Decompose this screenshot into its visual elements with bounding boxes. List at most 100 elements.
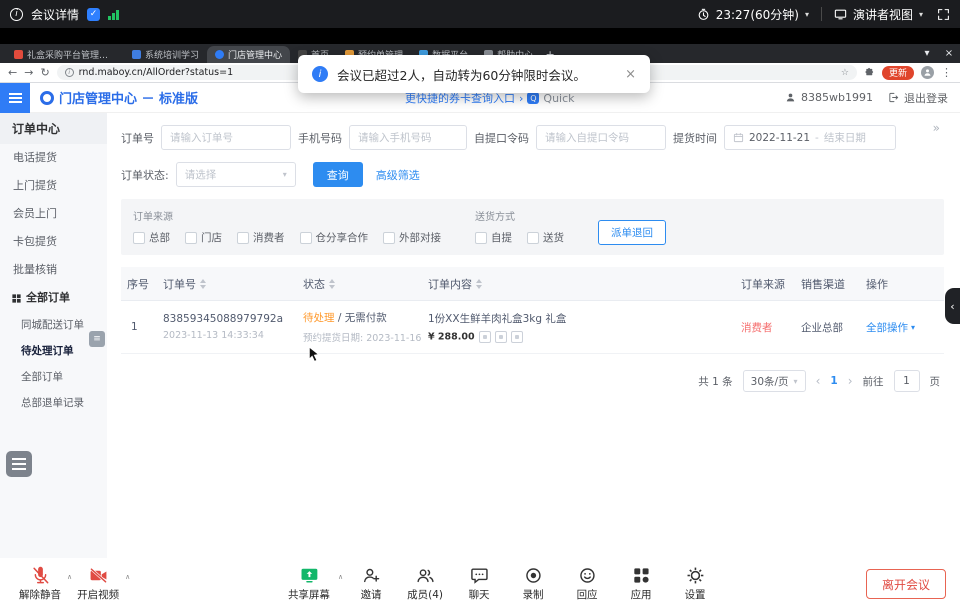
sort-icon[interactable] <box>200 279 206 289</box>
invite-person-icon <box>362 566 381 585</box>
search-button[interactable]: 查询 <box>313 162 363 187</box>
site-info-icon[interactable]: i <box>65 68 74 77</box>
window-close-button[interactable]: × <box>938 48 960 59</box>
code-label: 自提口令码 <box>474 130 529 146</box>
order-source-group: 订单来源 总部 门店 消费者 仓分享合作 外部对接 <box>133 208 441 245</box>
tab-favicon <box>215 50 224 59</box>
th-content[interactable]: 订单内容 <box>422 276 735 292</box>
sidebar-item-batch-writeoff[interactable]: 批量核销 <box>0 256 107 284</box>
order-no-placeholder: 请输入订单号 <box>170 130 233 145</box>
code-input[interactable]: 请输入自提口令码 <box>536 125 666 150</box>
view-caret-icon[interactable]: ▾ <box>919 10 923 19</box>
dispatch-return-button[interactable]: 派单退回 <box>598 220 666 245</box>
extensions-puzzle-icon[interactable] <box>864 67 875 78</box>
timer-caret-icon[interactable]: ▾ <box>805 10 809 19</box>
nav-hamburger-button[interactable] <box>0 83 30 113</box>
advanced-filter-link[interactable]: 高级筛选 <box>376 167 420 183</box>
timer-clock-icon <box>697 8 710 21</box>
logout-button[interactable]: 退出登录 <box>904 90 948 106</box>
share-options-caret-icon[interactable]: ∧ <box>338 573 343 581</box>
quick-q-icon: Q <box>527 92 539 104</box>
meeting-toast: i 会议已超过2人，自动转为60分钟限时会议。 × <box>298 55 650 93</box>
delivery-checkbox-delivery[interactable]: 送货 <box>527 230 564 245</box>
meeting-timer[interactable]: 23:27(60分钟) <box>716 6 799 23</box>
order-no-input[interactable]: 请输入订单号 <box>161 125 291 150</box>
reaction-button[interactable]: 回应 <box>561 566 613 602</box>
share-screen-button[interactable]: 共享屏幕 <box>283 566 335 602</box>
record-button[interactable]: 录制 <box>507 566 559 602</box>
total-count: 共 1 条 <box>698 374 732 389</box>
delivery-checkbox-selfpickup[interactable]: 自提 <box>475 230 512 245</box>
username[interactable]: 8385wb1991 <box>801 91 873 104</box>
source-checkbox-hq[interactable]: 总部 <box>133 230 170 245</box>
checkbox-icon <box>475 232 487 244</box>
start-video-button[interactable]: 开启视频 <box>72 566 124 602</box>
source-checkbox-consumer[interactable]: 消费者 <box>237 230 285 245</box>
tab-search-caret-icon[interactable]: ▾ <box>916 48 938 59</box>
sidebar-item-door-pickup[interactable]: 上门提货 <box>0 172 107 200</box>
sidebar-quick-handle-icon[interactable]: ≡ <box>89 331 105 347</box>
th-order-no[interactable]: 订单号 <box>157 276 297 292</box>
side-panel-handle[interactable]: ‹ <box>945 288 960 324</box>
apps-button[interactable]: 应用 <box>615 566 667 602</box>
page-size-select[interactable]: 30条/页▾ <box>743 370 806 392</box>
members-button[interactable]: 成员(4) <box>399 566 451 602</box>
phone-input[interactable]: 请输入手机号码 <box>349 125 467 150</box>
order-extra-icon-1[interactable] <box>479 331 491 343</box>
security-shield-icon[interactable]: ✓ <box>87 8 100 21</box>
browser-tab[interactable]: 礼盒采购平台管理中心 <box>6 46 124 63</box>
current-page[interactable]: 1 <box>830 375 837 387</box>
goto-page-input[interactable]: 1 <box>894 370 920 392</box>
source-checkbox-external[interactable]: 外部对接 <box>383 230 441 245</box>
leave-meeting-button[interactable]: 离开会议 <box>866 569 946 599</box>
sidebar-title: 订单中心 <box>0 113 107 144</box>
settings-button[interactable]: 设置 <box>669 566 721 602</box>
sidebar-item-hq-return-records[interactable]: 总部退单记录 <box>0 390 107 416</box>
tab-favicon <box>132 50 141 59</box>
reload-button[interactable]: ↻ <box>40 66 49 79</box>
floating-list-icon[interactable] <box>6 451 32 477</box>
invite-button[interactable]: 邀请 <box>345 566 397 602</box>
sidebar-group-all-orders[interactable]: 全部订单 <box>0 284 107 312</box>
fullscreen-icon[interactable] <box>937 8 950 21</box>
control-label: 设置 <box>685 587 706 602</box>
prev-page-button[interactable]: ‹ <box>816 374 821 388</box>
profile-avatar[interactable] <box>921 66 934 79</box>
browser-tab-active[interactable]: 门店管理中心 <box>207 46 290 63</box>
external-link-icon: › <box>519 92 523 105</box>
forward-button[interactable]: → <box>24 66 33 79</box>
sort-icon[interactable] <box>329 279 335 289</box>
sidebar-item-all-orders[interactable]: 全部订单 <box>0 364 107 390</box>
sidebar-item-phone-pickup[interactable]: 电话提货 <box>0 144 107 172</box>
monitor-icon <box>834 8 847 21</box>
chat-bubble-icon <box>470 566 489 585</box>
order-extra-icon-2[interactable] <box>495 331 507 343</box>
th-status[interactable]: 状态 <box>297 276 422 292</box>
order-no-label: 订单号 <box>121 130 154 146</box>
collapse-filters-icon[interactable]: » <box>933 121 940 135</box>
meeting-details-label[interactable]: 会议详情 <box>31 6 79 23</box>
source-checkbox-store[interactable]: 门店 <box>185 230 222 245</box>
unmute-button[interactable]: 解除静音 <box>14 566 66 602</box>
browser-tab[interactable]: 系统培训学习 <box>124 46 207 63</box>
sort-icon[interactable] <box>476 279 482 289</box>
back-button[interactable]: ← <box>8 66 17 79</box>
sidebar-item-card-pickup[interactable]: 卡包提货 <box>0 228 107 256</box>
chrome-update-button[interactable]: 更新 <box>882 66 914 80</box>
order-status-select[interactable]: 请选择 ▾ <box>176 162 296 187</box>
bookmark-star-icon[interactable]: ☆ <box>841 68 849 78</box>
video-options-caret-icon[interactable]: ∧ <box>125 573 130 581</box>
chat-button[interactable]: 聊天 <box>453 566 505 602</box>
toast-close-button[interactable]: × <box>625 67 636 82</box>
next-page-button[interactable]: › <box>848 374 853 388</box>
sidebar-item-member-visit[interactable]: 会员上门 <box>0 200 107 228</box>
browser-menu-button[interactable]: ⋮ <box>941 66 952 79</box>
source-checkbox-warehouse-coop[interactable]: 仓分享合作 <box>300 230 369 245</box>
tab-title: 礼盒采购平台管理中心 <box>27 48 116 61</box>
reaction-smiley-icon <box>578 566 597 585</box>
all-actions-dropdown[interactable]: 全部操作 ▾ <box>860 320 944 335</box>
delivery-method-label: 送货方式 <box>475 208 564 223</box>
view-mode-label[interactable]: 演讲者视图 <box>853 6 913 23</box>
date-range-input[interactable]: 2022-11-21 - 结束日期 <box>724 125 896 150</box>
order-extra-icon-3[interactable] <box>511 331 523 343</box>
